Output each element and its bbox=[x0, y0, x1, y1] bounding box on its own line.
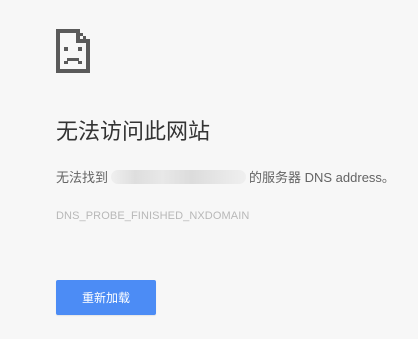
reload-button[interactable]: 重新加载 bbox=[56, 280, 156, 315]
error-message-prefix: 无法找到 bbox=[56, 170, 109, 185]
redacted-domain bbox=[111, 170, 247, 184]
error-message-suffix: 的服务器 DNS address。 bbox=[249, 170, 395, 185]
page-title: 无法访问此网站 bbox=[56, 119, 211, 144]
error-code: DNS_PROBE_FINISHED_NXDOMAIN bbox=[56, 210, 250, 222]
sad-page-icon bbox=[56, 29, 90, 73]
error-message: 无法找到 的服务器 DNS address。 bbox=[56, 168, 395, 188]
